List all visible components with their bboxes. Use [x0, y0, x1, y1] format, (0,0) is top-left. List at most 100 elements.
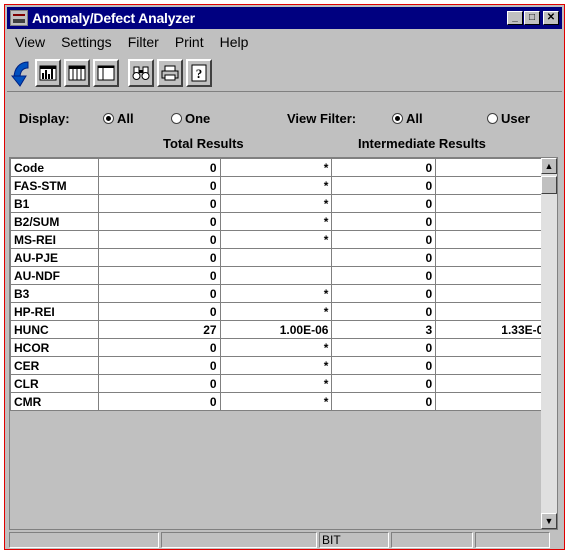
minimize-button[interactable]: _ — [507, 11, 523, 25]
cell-i-count[interactable]: 0 — [331, 392, 437, 411]
cell-i-rate[interactable]: * — [435, 356, 554, 375]
cell-i-rate[interactable] — [435, 266, 554, 285]
cell-t-rate[interactable]: * — [219, 158, 333, 177]
cell-i-rate[interactable]: 1.33E-06 — [435, 320, 554, 339]
cell-i-count[interactable]: 0 — [331, 158, 437, 177]
table-row[interactable]: HUNC 27 1.00E-06 3 1.33E-06 — [10, 320, 554, 339]
cell-i-count[interactable]: 0 — [331, 248, 437, 267]
close-button[interactable]: ✕ — [543, 11, 559, 25]
cell-code[interactable]: HP-REI — [10, 302, 99, 321]
cell-code[interactable]: HUNC — [10, 320, 99, 339]
cell-i-count[interactable]: 0 — [331, 176, 437, 195]
table-row[interactable]: CMR0*0* — [10, 392, 554, 411]
table-row[interactable]: Code0*0* — [10, 158, 554, 177]
cell-t-rate[interactable]: * — [219, 230, 333, 249]
table-row[interactable]: CLR0*0* — [10, 374, 554, 393]
vertical-scrollbar[interactable]: ▲ ▼ — [541, 158, 557, 529]
display-all-radio[interactable]: All — [103, 111, 134, 126]
window-icon[interactable] — [93, 59, 119, 87]
cell-t-count[interactable]: 0 — [97, 230, 221, 249]
cell-code[interactable]: AU-NDF — [10, 266, 99, 285]
table-row[interactable]: B10*0* — [10, 194, 554, 213]
scroll-thumb[interactable] — [541, 176, 557, 194]
cell-code[interactable]: HCOR — [10, 338, 99, 357]
cell-i-count[interactable]: 0 — [331, 230, 437, 249]
title-bar[interactable]: Anomaly/Defect Analyzer _ □ ✕ — [7, 7, 562, 29]
cell-i-count[interactable]: 0 — [331, 266, 437, 285]
cell-code[interactable]: Code — [10, 158, 99, 177]
table-row[interactable]: HP-REI0*0* — [10, 302, 554, 321]
cell-i-rate[interactable]: * — [435, 374, 554, 393]
table-row[interactable]: AU-PJE 0 0 — [10, 248, 554, 267]
filter-user-radio[interactable]: User — [487, 111, 530, 126]
cell-t-rate[interactable]: * — [219, 176, 333, 195]
menu-filter[interactable]: Filter — [128, 34, 159, 50]
cell-code[interactable]: CMR — [10, 392, 99, 411]
table-row[interactable]: FAS-STM0*0* — [10, 176, 554, 195]
cell-t-rate[interactable]: * — [219, 356, 333, 375]
back-arrow-icon[interactable] — [10, 58, 32, 88]
cell-i-count[interactable]: 0 — [331, 374, 437, 393]
cell-i-rate[interactable]: * — [435, 212, 554, 231]
menu-view[interactable]: View — [15, 34, 45, 50]
table-row[interactable]: CER0*0* — [10, 356, 554, 375]
cell-i-count[interactable]: 0 — [331, 302, 437, 321]
cell-i-rate[interactable]: * — [435, 176, 554, 195]
table-row[interactable]: HCOR0*0* — [10, 338, 554, 357]
cell-i-rate[interactable]: * — [435, 284, 554, 303]
cell-t-rate[interactable]: * — [219, 374, 333, 393]
table-row[interactable]: MS-REI0*0* — [10, 230, 554, 249]
cell-t-rate[interactable]: * — [219, 284, 333, 303]
app-icon[interactable] — [10, 10, 28, 26]
cell-t-count[interactable]: 0 — [97, 338, 221, 357]
scroll-up-icon[interactable]: ▲ — [541, 158, 557, 174]
scroll-down-icon[interactable]: ▼ — [541, 513, 557, 529]
menu-settings[interactable]: Settings — [61, 34, 112, 50]
cell-i-rate[interactable]: * — [435, 158, 554, 177]
cell-t-count[interactable]: 0 — [97, 194, 221, 213]
cell-t-rate[interactable] — [219, 248, 333, 267]
cell-t-count[interactable]: 0 — [97, 392, 221, 411]
menu-help[interactable]: Help — [220, 34, 249, 50]
cell-code[interactable]: AU-PJE — [10, 248, 99, 267]
cell-t-count[interactable]: 0 — [97, 176, 221, 195]
cell-t-count[interactable]: 0 — [97, 248, 221, 267]
cell-t-rate[interactable]: * — [219, 338, 333, 357]
cell-t-count[interactable]: 0 — [97, 212, 221, 231]
table-row[interactable]: B2/SUM0*0* — [10, 212, 554, 231]
cell-code[interactable]: CER — [10, 356, 99, 375]
cell-t-count[interactable]: 0 — [97, 356, 221, 375]
cell-code[interactable]: FAS-STM — [10, 176, 99, 195]
cell-t-count[interactable]: 0 — [97, 158, 221, 177]
maximize-button[interactable]: □ — [524, 11, 540, 25]
cell-code[interactable]: B1 — [10, 194, 99, 213]
display-one-radio[interactable]: One — [171, 111, 210, 126]
results-grid[interactable]: Code0*0*FAS-STM0*0*B10*0*B2/SUM0*0*MS-RE… — [9, 157, 558, 530]
cell-i-count[interactable]: 3 — [331, 320, 437, 339]
cell-code[interactable]: MS-REI — [10, 230, 99, 249]
cell-t-rate[interactable]: * — [219, 392, 333, 411]
cell-t-rate[interactable] — [219, 266, 333, 285]
cell-i-count[interactable]: 0 — [331, 194, 437, 213]
cell-t-rate[interactable]: * — [219, 194, 333, 213]
cell-i-count[interactable]: 0 — [331, 356, 437, 375]
chart-bars-icon[interactable] — [35, 59, 61, 87]
cell-t-count[interactable]: 27 — [97, 320, 221, 339]
cell-i-count[interactable]: 0 — [331, 212, 437, 231]
cell-i-count[interactable]: 0 — [331, 284, 437, 303]
cell-code[interactable]: B2/SUM — [10, 212, 99, 231]
cell-t-rate[interactable]: * — [219, 212, 333, 231]
cell-i-rate[interactable]: * — [435, 392, 554, 411]
cell-t-count[interactable]: 0 — [97, 284, 221, 303]
cell-i-rate[interactable]: * — [435, 194, 554, 213]
cell-i-count[interactable]: 0 — [331, 338, 437, 357]
help-icon[interactable]: ? — [186, 59, 212, 87]
table-icon[interactable] — [64, 59, 90, 87]
cell-code[interactable]: CLR — [10, 374, 99, 393]
cell-t-count[interactable]: 0 — [97, 374, 221, 393]
table-row[interactable]: AU-NDF 0 0 — [10, 266, 554, 285]
cell-t-count[interactable]: 0 — [97, 302, 221, 321]
cell-i-rate[interactable]: * — [435, 230, 554, 249]
cell-i-rate[interactable]: * — [435, 338, 554, 357]
table-row[interactable]: B30*0* — [10, 284, 554, 303]
